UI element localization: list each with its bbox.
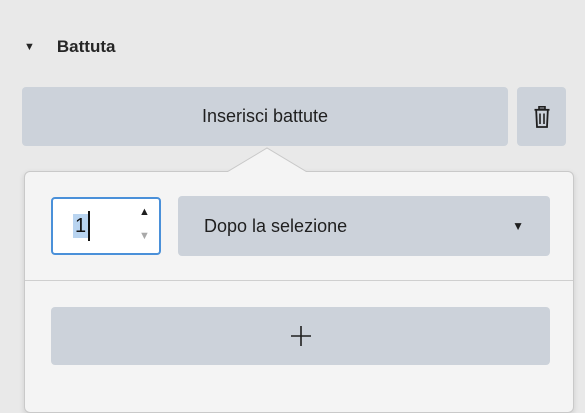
add-button[interactable] [51,307,550,365]
insert-bars-label: Inserisci battute [201,106,329,126]
text-caret [88,211,90,241]
section-title: Battuta [56,37,116,56]
spin-down-icon[interactable]: ▼ [139,230,150,242]
insert-bars-popover: 1 ▲ ▼ Dopo la selezione ▼ [24,171,574,413]
section-header-battuta[interactable]: ▼ Battuta [24,30,115,64]
spin-up-icon[interactable]: ▲ [139,206,150,218]
position-select-value: Dopo la selezione [204,215,348,236]
plus-icon [290,326,311,346]
bar-count-stepper[interactable]: 1 ▲ ▼ [51,197,161,255]
chevron-down-icon: ▼ [512,219,524,233]
bar-count-value[interactable]: 1 [73,214,89,238]
trash-icon [534,105,549,128]
delete-button[interactable] [517,87,566,146]
position-select[interactable]: Dopo la selezione ▼ [178,196,550,256]
popover-arrow [227,147,307,173]
triangle-down-icon[interactable]: ▼ [24,41,35,53]
insert-bars-button[interactable]: Inserisci battute [22,87,508,146]
popover-divider [25,280,573,281]
